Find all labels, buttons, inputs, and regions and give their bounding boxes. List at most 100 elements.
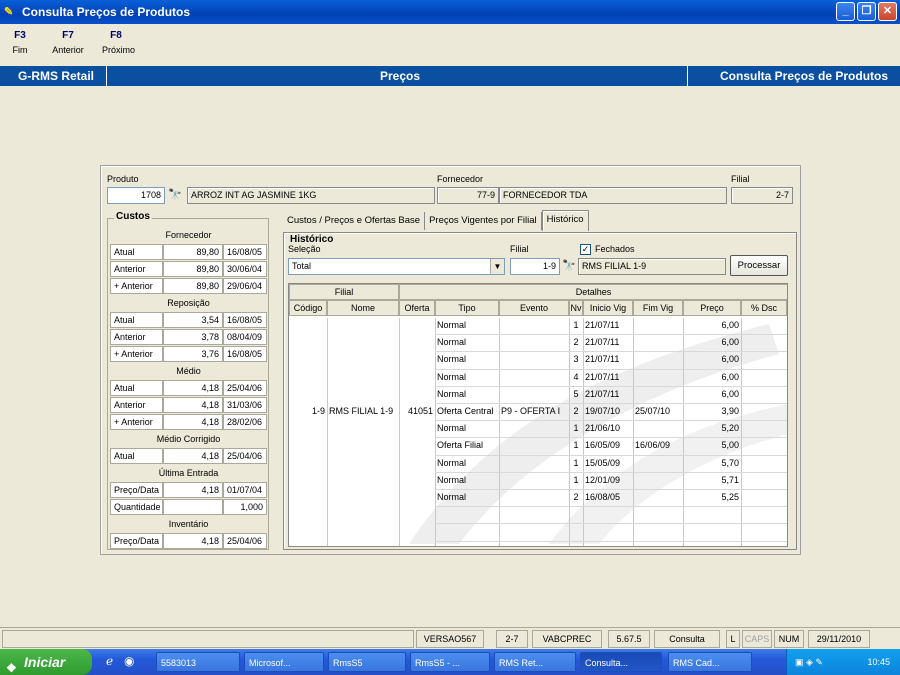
- function-key-bar: F3 Fim F7 Anterior F8 Próximo: [0, 30, 136, 62]
- custos-row-date: 29/06/04: [223, 278, 267, 294]
- cell-preco: 6,00: [721, 320, 739, 330]
- historico-panel: Histórico Seleção Total ▼ Filial 1-9 🔭 R…: [283, 232, 797, 550]
- status-cell: 2-7: [496, 630, 528, 648]
- custos-row: Anterior 4,18 31/03/06: [110, 397, 267, 413]
- binoculars-icon[interactable]: 🔭: [168, 188, 182, 201]
- taskbar-item[interactable]: Microsof...: [244, 652, 324, 672]
- tab-historico[interactable]: Histórico: [541, 210, 589, 231]
- group-filial-header: Filial: [289, 284, 399, 300]
- group-detalhes-header: Detalhes: [399, 284, 787, 300]
- column-header[interactable]: Preço: [683, 300, 741, 316]
- cell-preco: 6,00: [721, 388, 739, 399]
- cell-tipo: Normal: [437, 492, 467, 502]
- cell-fim-vig: [633, 369, 683, 386]
- cell-inicio-vig: 21/07/11: [585, 354, 620, 365]
- column-header[interactable]: % Dsc: [741, 300, 787, 316]
- window-title: Consulta Preços de Produtos: [22, 5, 191, 19]
- taskbar-item[interactable]: Consulta...: [580, 652, 662, 672]
- status-cell: 29/11/2010: [808, 630, 870, 648]
- column-header[interactable]: Código: [289, 300, 327, 316]
- tab-precos-vigentes[interactable]: Preços Vigentes por Filial: [425, 212, 542, 230]
- custos-row-date: 01/07/04: [223, 482, 267, 498]
- cell-inicio-vig: 16/05/09: [585, 440, 621, 451]
- maximize-button[interactable]: ❐: [857, 2, 876, 21]
- custos-row: Atual 4,18 25/04/06: [110, 380, 267, 396]
- fornecedor-code-field: 77-9: [437, 187, 499, 204]
- window-titlebar[interactable]: ✎ Consulta Preços de Produtos _ ❐ ✕: [0, 0, 900, 24]
- custos-row: Atual 89,80 16/08/05: [110, 244, 267, 260]
- custos-row-value: 3,54: [163, 312, 223, 328]
- custos-row-label: Anterior: [110, 329, 163, 345]
- custos-row-date: 16/08/05: [223, 312, 267, 328]
- cell-preco: 5,70: [721, 457, 739, 468]
- produto-code-input[interactable]: 1708: [107, 187, 165, 204]
- custos-row-date: 31/03/06: [223, 397, 267, 413]
- cell-nv: 5: [573, 388, 579, 399]
- taskbar-item[interactable]: RmsS5 - ...: [410, 652, 490, 672]
- main-panel: Produto 1708 🔭 ARROZ INT AG JASMINE 1KG …: [100, 165, 801, 555]
- cell-preco: 5,71: [721, 474, 739, 485]
- taskbar-item[interactable]: 5583013: [156, 652, 240, 672]
- taskbar-item[interactable]: RmsS5: [328, 652, 406, 672]
- processar-button[interactable]: Processar: [730, 255, 788, 276]
- header-screen: Consulta Preços de Produtos: [720, 69, 889, 83]
- browser-icon[interactable]: ◉: [124, 654, 134, 668]
- column-header[interactable]: Nv: [569, 300, 583, 316]
- cell-fim-vig: [633, 317, 683, 334]
- status-cell: 5.67.5: [608, 630, 650, 648]
- custos-group: Custos Fornecedor Atual 89,80 16/08/05 Anter…: [107, 211, 269, 550]
- chevron-down-icon[interactable]: ▼: [490, 259, 504, 274]
- fkey-proximo[interactable]: F8 Próximo: [96, 30, 136, 62]
- custos-row-label: Atual: [110, 380, 163, 396]
- cell-evento: [499, 386, 569, 403]
- hist-filial-input[interactable]: 1-9: [510, 258, 560, 275]
- column-header[interactable]: Tipo: [435, 300, 499, 316]
- fornecedor-name-field: FORNECEDOR TDA: [499, 187, 727, 204]
- custos-row-label: + Anterior: [110, 278, 163, 294]
- cell-nv: 1: [573, 320, 579, 330]
- start-button[interactable]: ❖ Iniciar: [0, 649, 92, 675]
- close-button[interactable]: ✕: [878, 2, 897, 21]
- cell-fim-vig: [633, 472, 683, 489]
- cell-nv: 2: [573, 406, 579, 416]
- custos-section-header: Última Entrada: [158, 468, 219, 478]
- fornecedor-label: Fornecedor: [437, 174, 484, 184]
- fkey-fim[interactable]: F3 Fim: [0, 30, 40, 62]
- custos-section-header: Reposição: [167, 298, 210, 308]
- ie-icon[interactable]: ℯ: [106, 654, 113, 668]
- cell-tipo: Normal: [437, 320, 467, 330]
- taskbar-item[interactable]: RMS Ret...: [494, 652, 576, 672]
- filial-label: Filial: [731, 174, 750, 184]
- cell-fim-vig: 16/06/09: [635, 440, 671, 451]
- minimize-button[interactable]: _: [836, 2, 855, 21]
- taskbar-item[interactable]: RMS Cad...: [668, 652, 752, 672]
- fechados-checkbox[interactable]: ✓: [580, 244, 591, 255]
- binoculars-icon[interactable]: 🔭: [562, 259, 576, 272]
- column-header[interactable]: Nome: [327, 300, 399, 316]
- tab-custos-precos[interactable]: Custos / Preços e Ofertas Base: [283, 212, 426, 230]
- custos-row: + Anterior 89,80 29/06/04: [110, 278, 267, 294]
- selecao-select[interactable]: Total ▼: [288, 258, 505, 275]
- cell-preco: 6,00: [721, 354, 739, 365]
- cell-inicio-vig: 21/07/11: [585, 320, 620, 330]
- produto-label: Produto: [107, 174, 139, 184]
- column-header[interactable]: Inicio Vig: [583, 300, 633, 316]
- custos-row: Preço/Data 4,18 25/04/06: [110, 533, 267, 549]
- cell-preco: 5,00: [721, 440, 739, 451]
- cell-nome: RMS FILIAL 1-9: [329, 406, 394, 416]
- custos-row: + Anterior 4,18 28/02/06: [110, 414, 267, 430]
- cell-tipo: Normal: [437, 388, 467, 399]
- custos-row: + Anterior 3,76 16/08/05: [110, 346, 267, 362]
- cell-evento: [499, 420, 569, 437]
- custos-row-label: + Anterior: [110, 346, 163, 362]
- cell-preco: 6,00: [721, 371, 739, 382]
- column-header[interactable]: Fim Vig: [633, 300, 683, 316]
- column-header[interactable]: Evento: [499, 300, 569, 316]
- cell-nv: 3: [573, 354, 579, 365]
- custos-row-label: Preço/Data: [110, 533, 163, 549]
- cell-nv: 2: [573, 337, 579, 348]
- fkey-anterior[interactable]: F7 Anterior: [40, 30, 96, 62]
- cell-inicio-vig: 12/01/09: [585, 474, 621, 485]
- column-header[interactable]: Oferta: [399, 300, 435, 316]
- cell-fim-vig: [633, 386, 683, 403]
